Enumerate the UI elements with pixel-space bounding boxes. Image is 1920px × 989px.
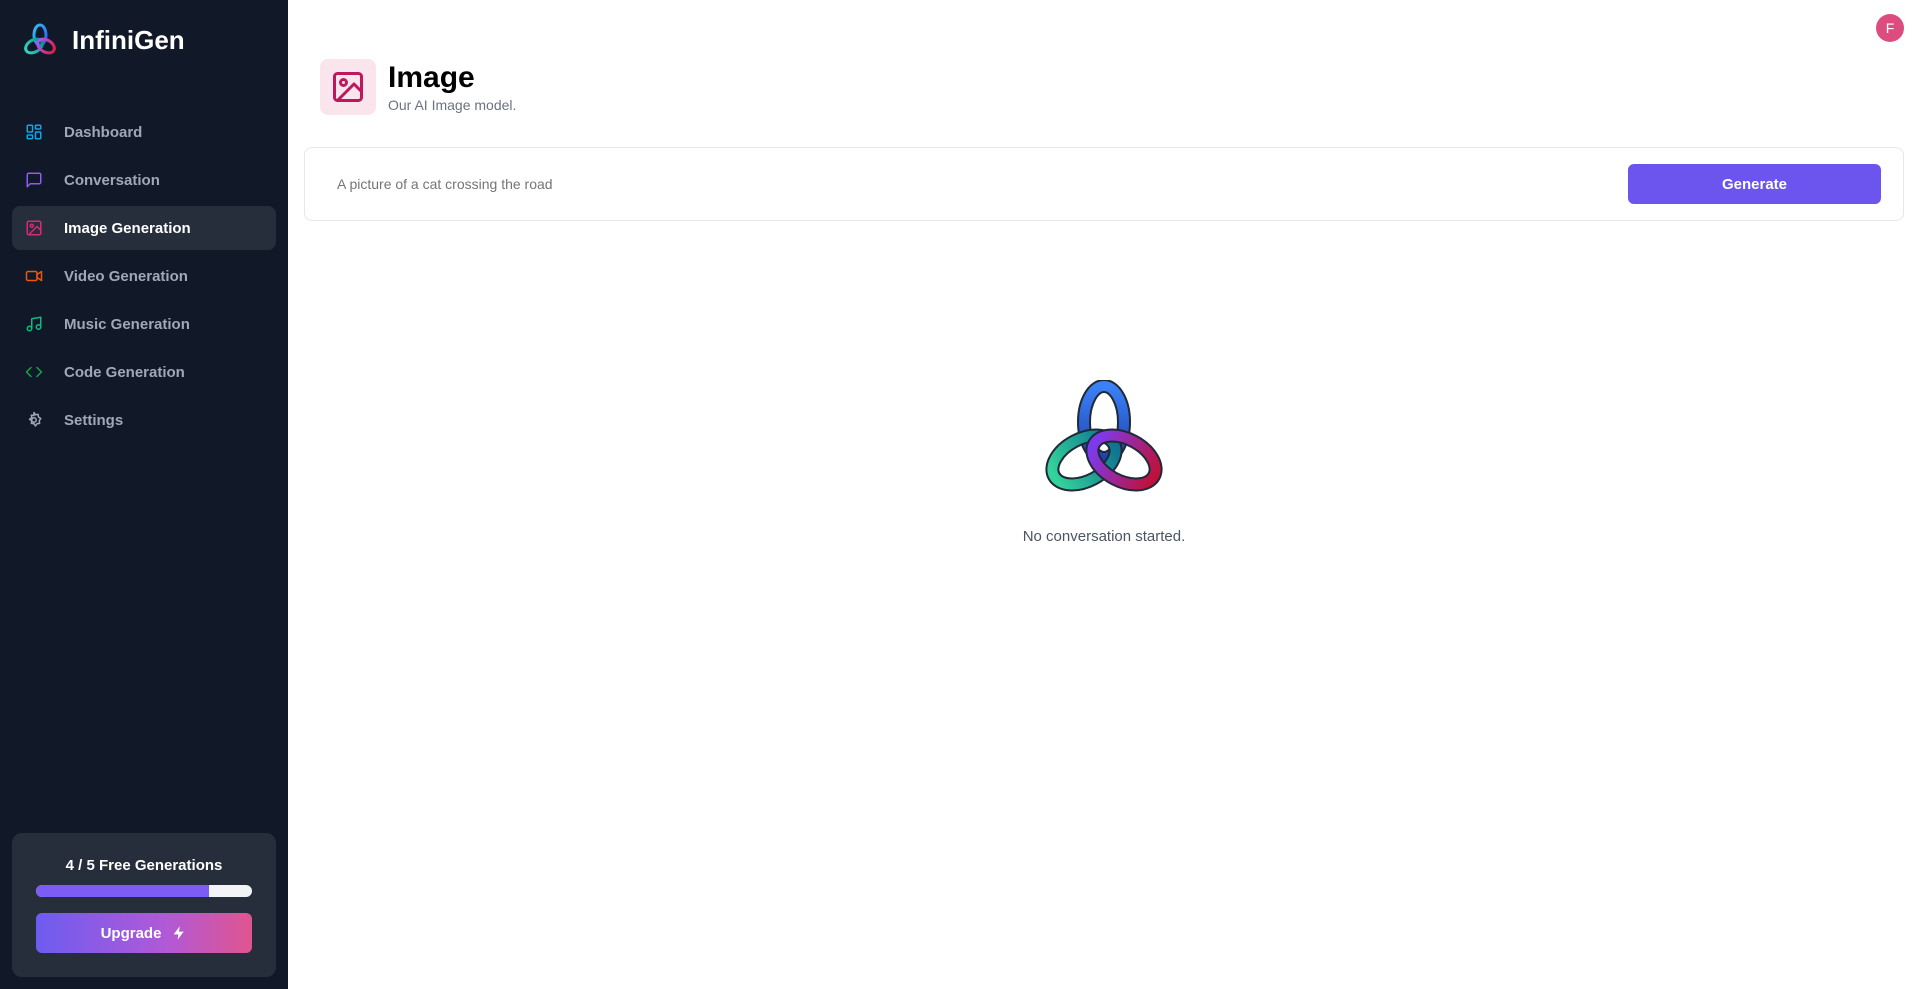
avatar[interactable]: F: [1876, 14, 1904, 42]
zap-icon: [174, 926, 185, 940]
sidebar: InfiniGen Dashboard Conversation Image G…: [0, 0, 288, 989]
sidebar-item-settings[interactable]: Settings: [12, 398, 276, 442]
sidebar-item-label: Conversation: [64, 171, 160, 189]
page-title: Image: [388, 61, 475, 94]
sidebar-item-label: Music Generation: [64, 315, 190, 333]
page-subtitle: Our AI Image model.: [388, 97, 517, 113]
brand-name: InfiniGen: [72, 24, 185, 55]
sidebar-item-music-generation[interactable]: Music Generation: [12, 302, 276, 346]
sidebar-item-label: Settings: [64, 411, 124, 429]
prompt-input[interactable]: [337, 148, 1577, 220]
empty-state: No conversation started.: [1000, 380, 1208, 545]
generate-button[interactable]: Generate: [1628, 164, 1881, 204]
brand-link[interactable]: InfiniGen: [22, 22, 185, 58]
progress-fill: [36, 885, 209, 897]
sidebar-item-code-generation[interactable]: Code Generation: [12, 350, 276, 394]
upgrade-button[interactable]: Upgrade: [36, 913, 252, 953]
sidebar-item-image-generation[interactable]: Image Generation: [12, 206, 276, 250]
sidebar-item-label: Video Generation: [64, 267, 188, 285]
dashboard-icon: [24, 122, 44, 142]
heading-icon-box: [320, 59, 376, 115]
sidebar-item-video-generation[interactable]: Video Generation: [12, 254, 276, 298]
upgrade-label: Upgrade: [100, 924, 162, 942]
sidebar-item-label: Image Generation: [64, 219, 191, 237]
sidebar-item-dashboard[interactable]: Dashboard: [12, 110, 276, 154]
sidebar-item-conversation[interactable]: Conversation: [12, 158, 276, 202]
image-icon: [333, 72, 363, 102]
video-icon: [24, 266, 44, 286]
message-square-icon: [24, 170, 44, 190]
code-icon: [24, 362, 44, 382]
empty-state-message: No conversation started.: [1022, 528, 1186, 545]
free-generations-count: 4 / 5 Free Generations: [65, 857, 223, 874]
prompt-form: Generate: [304, 147, 1904, 221]
sidebar-item-label: Dashboard: [64, 123, 143, 141]
free-generations-progress: [36, 885, 252, 897]
free-generations-card: 4 / 5 Free Generations Upgrade: [12, 833, 276, 977]
knot-logo-icon: [24, 23, 56, 55]
knot-logo-icon: [1045, 380, 1163, 492]
music-icon: [24, 314, 44, 334]
sidebar-nav: Dashboard Conversation Image Generation: [12, 110, 276, 446]
page-heading: Image Our AI Image model.: [320, 58, 516, 116]
sidebar-item-label: Code Generation: [64, 363, 185, 381]
gear-icon: [24, 410, 44, 430]
image-icon: [24, 218, 44, 238]
